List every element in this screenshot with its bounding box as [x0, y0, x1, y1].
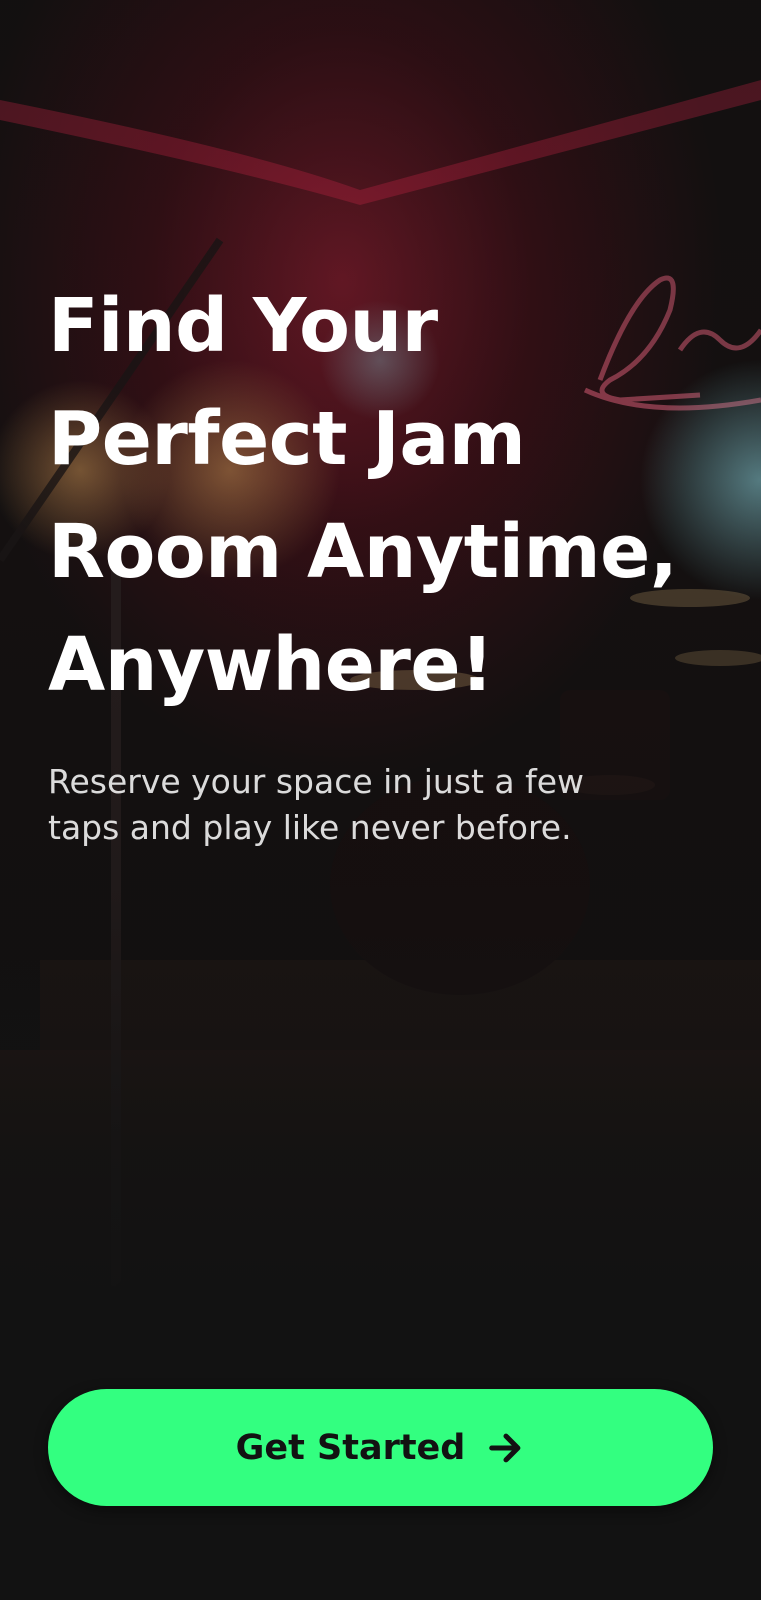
page-title: Find Your Perfect Jam Room Anytime, Anyw…: [48, 270, 708, 722]
headline-line-2: Perfect Jam: [48, 396, 526, 482]
headline-line-3: Room Anytime,: [48, 509, 678, 595]
onboarding-screen: Find Your Perfect Jam Room Anytime, Anyw…: [0, 0, 761, 1600]
hero-subtitle: Reserve your space in just a few taps an…: [48, 762, 585, 847]
get-started-label: Get Started: [235, 1427, 466, 1468]
arrow-right-icon: [487, 1429, 525, 1467]
hero-section: Find Your Perfect Jam Room Anytime, Anyw…: [48, 270, 708, 851]
headline-line-1: Find Your: [48, 283, 438, 369]
headline-line-4: Anywhere!: [48, 622, 494, 708]
get-started-button[interactable]: Get Started: [48, 1389, 713, 1506]
